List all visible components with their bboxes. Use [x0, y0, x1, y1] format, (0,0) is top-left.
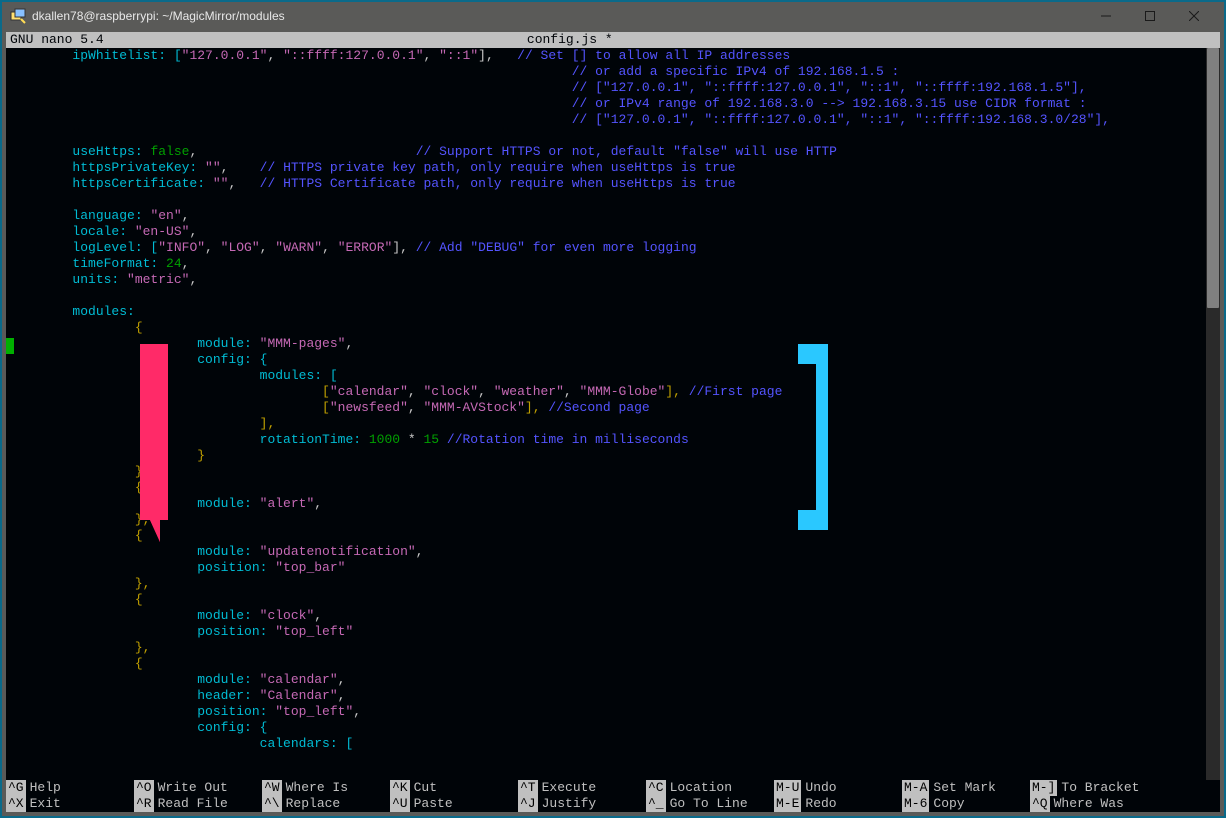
nano-footer: ^GHelp^OWrite Out^WWhere Is^KCut^TExecut… — [6, 780, 1206, 812]
maximize-button[interactable] — [1128, 2, 1172, 30]
nano-header: GNU nano 5.4 config.js * — [6, 32, 1220, 48]
nano-shortcut: ^JJustify — [518, 796, 646, 812]
scrollbar[interactable] — [1206, 48, 1220, 780]
scrollbar-thumb[interactable] — [1207, 48, 1219, 308]
minimize-button[interactable] — [1084, 2, 1128, 30]
nano-shortcut: M-]To Bracket — [1030, 780, 1158, 796]
nano-shortcut: ^_Go To Line — [646, 796, 774, 812]
nano-shortcut: ^QWhere Was — [1030, 796, 1158, 812]
nano-shortcut: ^\Replace — [262, 796, 390, 812]
putty-icon — [10, 8, 26, 24]
window-title: dkallen78@raspberrypi: ~/MagicMirror/mod… — [32, 9, 285, 23]
nano-shortcut: ^WWhere Is — [262, 780, 390, 796]
nano-filename: config.js * — [104, 32, 1036, 48]
terminal[interactable]: GNU nano 5.4 config.js * ipWhitelist: ["… — [6, 32, 1220, 812]
nano-shortcut: ^UPaste — [390, 796, 518, 812]
nano-shortcut: ^KCut — [390, 780, 518, 796]
nano-shortcut: ^RRead File — [134, 796, 262, 812]
nano-shortcut: M-UUndo — [774, 780, 902, 796]
nano-shortcut: ^CLocation — [646, 780, 774, 796]
nano-shortcut: M-6Copy — [902, 796, 1030, 812]
nano-version: GNU nano 5.4 — [10, 32, 104, 48]
nano-shortcut: ^TExecute — [518, 780, 646, 796]
editor-content[interactable]: ipWhitelist: ["127.0.0.1", "::ffff:127.0… — [6, 48, 1206, 780]
nano-shortcut: M-ERedo — [774, 796, 902, 812]
nano-shortcut: M-ASet Mark — [902, 780, 1030, 796]
window-title-bar[interactable]: dkallen78@raspberrypi: ~/MagicMirror/mod… — [2, 2, 1224, 30]
nano-shortcut: ^GHelp — [6, 780, 134, 796]
nano-shortcut: ^XExit — [6, 796, 134, 812]
close-button[interactable] — [1172, 2, 1216, 30]
cursor-indicator — [6, 338, 14, 354]
nano-shortcut: ^OWrite Out — [134, 780, 262, 796]
